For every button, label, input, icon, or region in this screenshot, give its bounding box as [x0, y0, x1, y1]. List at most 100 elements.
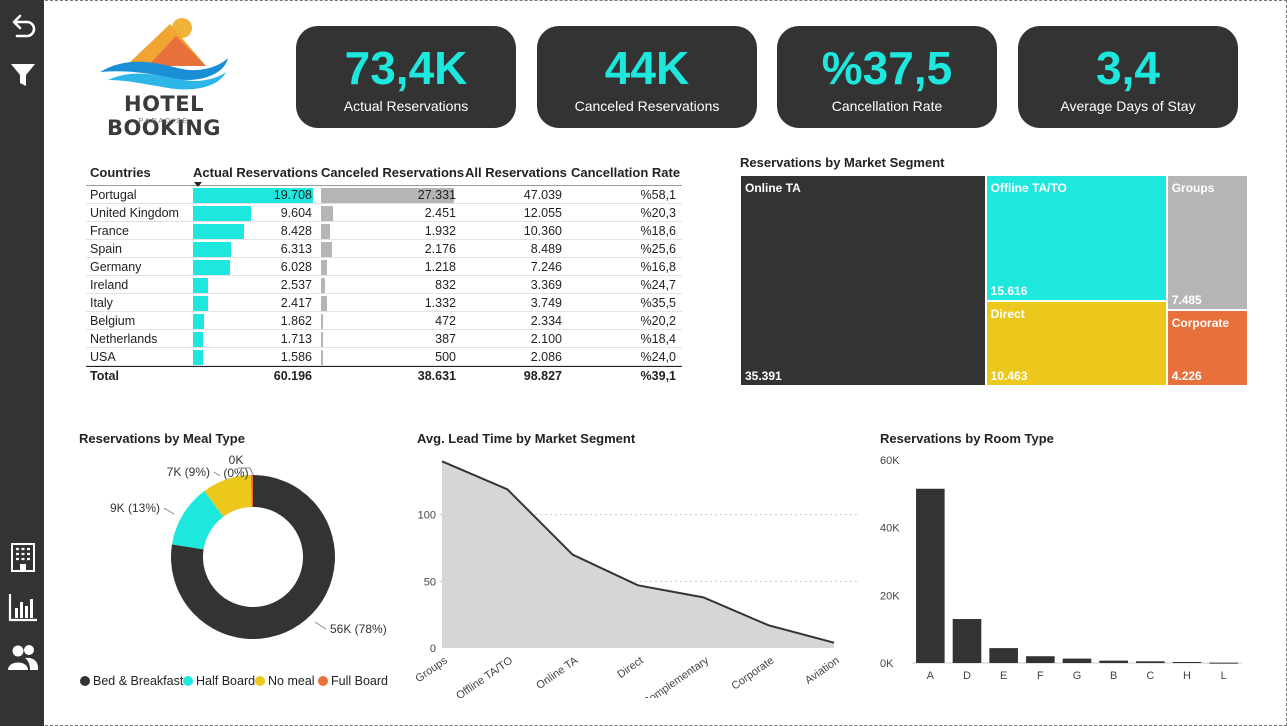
- treemap-tile[interactable]: Online TA 35.391: [740, 175, 986, 386]
- leader-line: [213, 471, 221, 477]
- cell-country: Italy: [90, 296, 113, 310]
- legend-item[interactable]: No meal: [255, 674, 315, 688]
- x-tick-label: Offline TA/TO: [454, 654, 515, 698]
- actual-reservations-bar: [193, 224, 244, 239]
- kpi-label: Canceled Reservations: [574, 98, 720, 114]
- area-fill: [442, 461, 834, 648]
- y-tick-label: 0: [430, 643, 436, 655]
- canceled-reservations-bar: [321, 314, 323, 329]
- x-tick-label: L: [1221, 670, 1227, 682]
- kpi-label: Cancellation Rate: [831, 98, 943, 114]
- header-all-reservations[interactable]: All Reservations: [465, 165, 567, 180]
- kpi-value: 3,4: [1096, 42, 1160, 94]
- room-type-bar[interactable]: [1209, 662, 1238, 664]
- cell-rate: %18,4: [640, 332, 676, 346]
- cell-actual: 6.313: [280, 242, 312, 256]
- room-type-bar[interactable]: [1099, 660, 1128, 663]
- treemap-tile[interactable]: Groups 7.485: [1166, 175, 1248, 310]
- room-type-bar[interactable]: [1062, 658, 1092, 663]
- table-row[interactable]: Italy 2.417 1.332 3.749 %35,5: [86, 294, 682, 312]
- header-actual-reservations[interactable]: Actual Reservations: [193, 165, 318, 180]
- tile-value: 15.616: [990, 284, 1028, 299]
- cell-all: 12.055: [523, 206, 562, 220]
- legend-item[interactable]: Half Board: [183, 674, 255, 688]
- cell-rate: %24,0: [640, 350, 676, 364]
- bar-chart-icon[interactable]: [6, 590, 40, 624]
- cell-canceled: 472: [435, 314, 456, 328]
- x-tick-label: F: [1037, 670, 1044, 682]
- legend-label: Half Board: [196, 674, 256, 688]
- legend-dot: [318, 676, 328, 686]
- treemap-title: Reservations by Market Segment: [740, 155, 945, 170]
- x-tick-label: Online TA: [534, 654, 581, 692]
- room-type-bar[interactable]: [1136, 661, 1165, 663]
- x-tick-label: G: [1073, 670, 1082, 682]
- hotel-logo: HOTEL BOOKING PARADISE: [78, 14, 250, 140]
- cell-all: 3.369: [530, 278, 562, 292]
- users-icon[interactable]: [6, 640, 40, 674]
- slice-data-label: 9K (13%): [110, 501, 160, 515]
- kpi-card-actual-reservations: 73,4K Actual Reservations: [296, 26, 516, 128]
- tile-label: Groups: [1171, 181, 1215, 195]
- treemap-tile[interactable]: Corporate 4.226: [1166, 309, 1248, 386]
- table-row[interactable]: Ireland 2.537 832 3.369 %24,7: [86, 276, 682, 294]
- kpi-value: %37,5: [821, 42, 953, 94]
- actual-reservations-bar: [193, 206, 251, 221]
- cell-canceled: 832: [435, 278, 456, 292]
- header-countries[interactable]: Countries: [90, 165, 151, 180]
- treemap-tile[interactable]: Offline TA/TO 15.616: [985, 175, 1167, 302]
- cell-all: 7.246: [530, 260, 562, 274]
- legend-item[interactable]: Bed & Breakfast: [80, 674, 183, 688]
- table-row[interactable]: Netherlands 1.713 387 2.100 %18,4: [86, 330, 682, 348]
- kpi-value: 73,4K: [344, 42, 468, 94]
- leader-line: [314, 621, 327, 630]
- cell-canceled: 1.932: [424, 224, 456, 238]
- table-row[interactable]: United Kingdom 9.604 2.451 12.055 %20,3: [86, 204, 682, 222]
- room-type-bar[interactable]: [989, 648, 1018, 663]
- legend-dot: [80, 676, 90, 686]
- canceled-reservations-bar: [321, 332, 323, 347]
- cell-actual: 1.862: [280, 314, 312, 328]
- treemap-tile[interactable]: Direct 10.463: [985, 301, 1167, 386]
- room-type-bar[interactable]: [916, 488, 945, 663]
- cell-country: United Kingdom: [90, 206, 179, 220]
- total-rate: %39,1: [640, 369, 676, 383]
- actual-reservations-bar: [193, 260, 230, 275]
- header-canceled-reservations[interactable]: Canceled Reservations: [321, 165, 464, 180]
- slice-data-label: 56K (78%): [330, 622, 387, 636]
- table-row[interactable]: Spain 6.313 2.176 8.489 %25,6: [86, 240, 682, 258]
- y-tick-label: 0K: [880, 658, 894, 670]
- table-header: Countries Actual Reservations Canceled R…: [86, 160, 682, 187]
- tile-label: Offline TA/TO: [990, 181, 1067, 195]
- table-row[interactable]: Germany 6.028 1.218 7.246 %16,8: [86, 258, 682, 276]
- sidebar: [0, 0, 44, 726]
- canceled-reservations-bar: [321, 350, 323, 365]
- canceled-reservations-bar: [321, 242, 332, 257]
- room-type-bar[interactable]: [1172, 661, 1202, 663]
- filter-icon[interactable]: [6, 58, 40, 92]
- building-icon[interactable]: [6, 540, 40, 574]
- header-cancellation-rate[interactable]: Cancellation Rate: [571, 165, 680, 180]
- room-type-bar[interactable]: [1026, 656, 1055, 663]
- x-tick-label: A: [927, 670, 935, 682]
- tile-label: Corporate: [1171, 315, 1230, 330]
- y-tick-label: 20K: [880, 590, 900, 602]
- cell-country: Germany: [90, 260, 142, 274]
- table-row[interactable]: Portugal 19.708 27.331 47.039 %58,1: [86, 186, 682, 204]
- kpi-label: Average Days of Stay: [1060, 98, 1196, 114]
- back-arrow-icon[interactable]: [6, 10, 40, 44]
- table-row[interactable]: France 8.428 1.932 10.360 %18,6: [86, 222, 682, 240]
- cell-rate: %24,7: [640, 278, 676, 292]
- cell-actual: 2.537: [280, 278, 312, 292]
- legend-item[interactable]: Full Board: [318, 674, 388, 688]
- table-row[interactable]: Belgium 1.862 472 2.334 %20,2: [86, 312, 682, 330]
- tile-value: 35.391: [745, 369, 782, 383]
- actual-reservations-bar: [193, 296, 208, 311]
- canceled-reservations-bar: [321, 296, 327, 311]
- cell-all: 2.334: [530, 314, 562, 328]
- cell-canceled: 387: [435, 332, 456, 346]
- room-type-bar[interactable]: [952, 619, 982, 663]
- table-row[interactable]: USA 1.586 500 2.086 %24,0: [86, 348, 682, 366]
- room-type-bar-chart: 0K 20K 40K 60K A D E F G B C H L: [880, 455, 1242, 682]
- x-tick-label: Direct: [615, 655, 645, 681]
